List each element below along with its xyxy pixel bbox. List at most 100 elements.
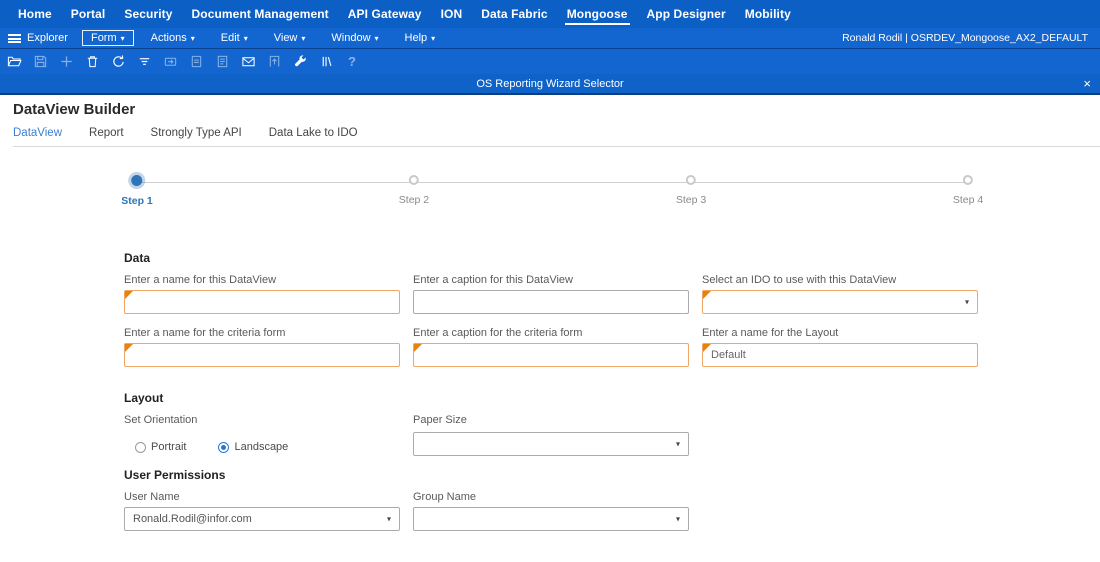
tab-dataview[interactable]: DataView bbox=[13, 127, 62, 139]
close-icon[interactable]: × bbox=[1083, 77, 1091, 90]
menu-help[interactable]: Help ▾ bbox=[396, 30, 445, 46]
step-dot-icon bbox=[131, 175, 143, 186]
field-label: Paper Size bbox=[413, 414, 467, 426]
field-label: Group Name bbox=[413, 491, 476, 503]
field-label: Enter a name for the criteria form bbox=[124, 327, 286, 339]
permissions-section-heading: User Permissions bbox=[124, 468, 226, 482]
filter-icon[interactable] bbox=[136, 54, 152, 70]
wizard-title-bar: OS Reporting Wizard Selector × bbox=[0, 74, 1100, 95]
layout-name-input-field[interactable] bbox=[703, 344, 977, 366]
layout-name-input[interactable] bbox=[702, 343, 978, 367]
step-2[interactable]: Step 2 bbox=[399, 175, 429, 206]
field-criteria-form-caption: Enter a caption for the criteria form bbox=[413, 327, 689, 367]
radio-circle-icon bbox=[135, 441, 146, 453]
layout-section-heading: Layout bbox=[124, 391, 164, 405]
explorer-label: Explorer bbox=[27, 32, 68, 44]
step-label: Step 4 bbox=[952, 194, 984, 206]
books-log-icon[interactable] bbox=[318, 54, 334, 70]
new-plus-icon[interactable] bbox=[58, 54, 74, 70]
tab-report[interactable]: Report bbox=[89, 127, 124, 139]
data-section-heading: Data bbox=[124, 251, 151, 265]
field-label: User Name bbox=[124, 491, 180, 503]
chevron-down-icon: ▾ bbox=[675, 514, 680, 524]
paper-size-dropdown[interactable]: ▾ bbox=[413, 432, 689, 456]
field-dataview-name: Enter a name for this DataView bbox=[124, 274, 400, 314]
orientation-radio-group: Portrait Landscape bbox=[135, 441, 400, 453]
step-3[interactable]: Step 3 bbox=[676, 175, 706, 206]
open-in-window-icon[interactable] bbox=[162, 54, 178, 70]
chevron-down-icon: ▾ bbox=[431, 33, 436, 43]
field-label: Enter a caption for this DataView bbox=[413, 274, 573, 286]
chevron-down-icon: ▾ bbox=[301, 33, 306, 43]
radio-landscape[interactable]: Landscape bbox=[218, 441, 288, 453]
dataview-name-input[interactable] bbox=[124, 290, 400, 314]
step-1[interactable]: Step 1 bbox=[121, 175, 153, 207]
step-4[interactable]: Step 4 bbox=[953, 175, 983, 206]
radio-portrait[interactable]: Portrait bbox=[135, 441, 186, 453]
topnav-item-api-gateway[interactable]: API Gateway bbox=[348, 0, 422, 28]
delete-trash-icon[interactable] bbox=[84, 54, 100, 70]
criteria-form-caption-input[interactable] bbox=[413, 343, 689, 367]
topnav-item-mobility[interactable]: Mobility bbox=[745, 0, 791, 28]
tab-data-lake-to-ido[interactable]: Data Lake to IDO bbox=[269, 127, 358, 139]
field-group-name: Group Name ▾ bbox=[413, 491, 689, 531]
topnav-item-security[interactable]: Security bbox=[124, 0, 172, 28]
topnav-item-portal[interactable]: Portal bbox=[71, 0, 106, 28]
field-label: Enter a name for the Layout bbox=[702, 327, 839, 339]
notes-clipboard-icon[interactable] bbox=[188, 54, 204, 70]
menu-window-label: Window bbox=[331, 32, 371, 44]
step-dot-icon bbox=[686, 175, 697, 185]
tab-strongly-type-api[interactable]: Strongly Type API bbox=[151, 127, 242, 139]
step-dot-icon bbox=[962, 175, 973, 185]
hamburger-icon bbox=[8, 33, 21, 43]
top-navigation: Home Portal Security Document Management… bbox=[0, 0, 1100, 28]
chevron-down-icon: ▾ bbox=[675, 439, 680, 449]
topnav-item-home[interactable]: Home bbox=[18, 0, 52, 28]
topnav-item-mongoose[interactable]: Mongoose bbox=[564, 0, 630, 28]
document-icon[interactable] bbox=[214, 54, 230, 70]
group-name-dropdown[interactable]: ▾ bbox=[413, 507, 689, 531]
topnav-item-document-management[interactable]: Document Management bbox=[192, 0, 329, 28]
criteria-form-name-input[interactable] bbox=[124, 343, 400, 367]
menu-edit[interactable]: Edit ▾ bbox=[212, 30, 257, 46]
field-ido-select: Select an IDO to use with this DataView … bbox=[702, 274, 978, 314]
step-label: Step 2 bbox=[398, 194, 430, 206]
app-window: Home Portal Security Document Management… bbox=[0, 0, 1100, 562]
help-question-icon[interactable]: ? bbox=[344, 54, 360, 70]
wizard-stepper: Step 1 Step 2 Step 3 Step 4 bbox=[121, 175, 983, 213]
field-label: Enter a name for this DataView bbox=[124, 274, 277, 286]
field-label: Enter a caption for the criteria form bbox=[413, 327, 583, 339]
ido-select-dropdown[interactable]: ▾ bbox=[702, 290, 978, 314]
open-folder-icon[interactable] bbox=[6, 54, 22, 70]
menu-view-label: View bbox=[273, 32, 298, 44]
menu-window[interactable]: Window ▾ bbox=[322, 30, 387, 46]
export-book-icon[interactable] bbox=[266, 54, 282, 70]
user-name-dropdown[interactable]: Ronald.Rodil@infor.com ▾ bbox=[124, 507, 400, 531]
field-orientation: Set Orientation Portrait Landscape bbox=[124, 414, 400, 456]
menu-edit-label: Edit bbox=[220, 32, 240, 44]
step-dot-icon bbox=[408, 175, 419, 185]
page-title: DataView Builder bbox=[13, 101, 136, 118]
menu-form[interactable]: Form ▾ bbox=[81, 30, 134, 46]
topnav-item-app-designer[interactable]: App Designer bbox=[647, 0, 726, 28]
topnav-item-ion[interactable]: ION bbox=[441, 0, 463, 28]
criteria-form-name-input-field[interactable] bbox=[125, 344, 399, 366]
save-icon[interactable] bbox=[32, 54, 48, 70]
dataview-name-input-field[interactable] bbox=[125, 291, 399, 313]
criteria-form-caption-input-field[interactable] bbox=[414, 344, 688, 366]
field-user-name: User Name Ronald.Rodil@infor.com ▾ bbox=[124, 491, 400, 531]
radio-portrait-label: Portrait bbox=[151, 441, 187, 453]
email-envelope-icon[interactable] bbox=[240, 54, 256, 70]
explorer-toggle[interactable]: Explorer bbox=[8, 32, 68, 44]
refresh-icon[interactable] bbox=[110, 54, 126, 70]
topnav-item-data-fabric[interactable]: Data Fabric bbox=[481, 0, 547, 28]
menu-view[interactable]: View ▾ bbox=[265, 30, 315, 46]
radio-circle-icon bbox=[218, 441, 230, 453]
chevron-down-icon: ▾ bbox=[243, 33, 248, 43]
field-criteria-form-name: Enter a name for the criteria form bbox=[124, 327, 400, 367]
dataview-caption-input[interactable] bbox=[413, 290, 689, 314]
wrench-tools-icon[interactable] bbox=[292, 54, 308, 70]
menu-actions[interactable]: Actions ▾ bbox=[142, 30, 204, 46]
dataview-caption-input-field[interactable] bbox=[414, 291, 688, 313]
chevron-down-icon: ▾ bbox=[386, 514, 391, 524]
